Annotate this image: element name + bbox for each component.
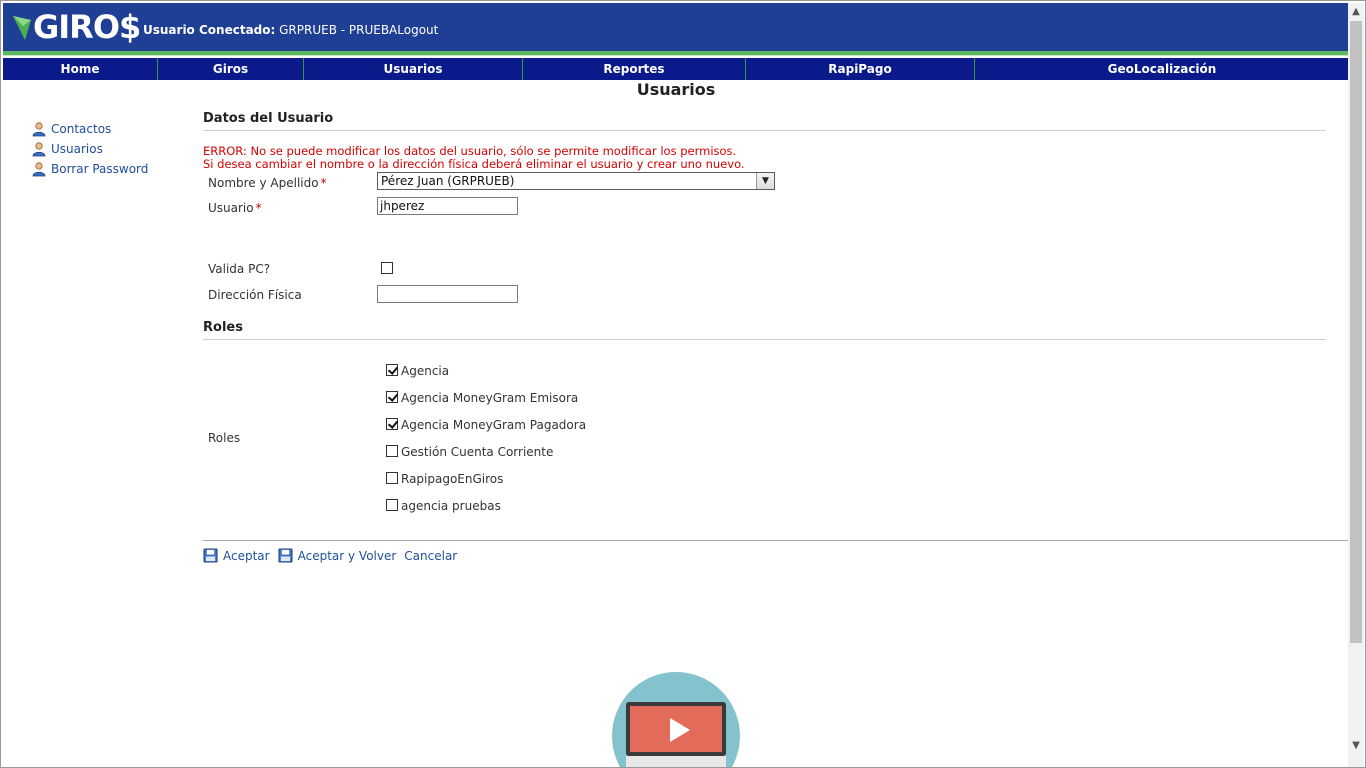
role-checkbox-moneygram-pagadora[interactable] bbox=[386, 418, 398, 430]
usuario-label-text: Usuario bbox=[208, 201, 254, 215]
nombre-label-text: Nombre y Apellido bbox=[208, 176, 319, 190]
nav-usuarios[interactable]: Usuarios bbox=[304, 58, 523, 80]
valida-pc-checkbox[interactable] bbox=[381, 262, 393, 274]
error-line-2: Si desea cambiar el nombre o la direcció… bbox=[203, 157, 745, 171]
sidebar-item-label: Borrar Password bbox=[51, 162, 149, 176]
role-label: Agencia bbox=[401, 364, 450, 378]
header-bar: GIRO$ Usuario Conectado: GRPRUEB - PRUEB… bbox=[3, 3, 1349, 51]
nombre-label: Nombre y Apellido * bbox=[208, 176, 327, 190]
scroll-up-icon[interactable]: ▲ bbox=[1348, 3, 1364, 19]
role-label: agencia pruebas bbox=[401, 499, 501, 513]
user-icon bbox=[32, 142, 46, 157]
user-form-section: Datos del Usuario ERROR: No se puede mod… bbox=[203, 111, 1326, 171]
monitor-icon bbox=[626, 702, 726, 756]
save-icon bbox=[203, 548, 218, 563]
nav-reportes[interactable]: Reportes bbox=[523, 58, 746, 80]
monitor-screen bbox=[630, 706, 722, 752]
play-icon bbox=[670, 718, 690, 742]
role-checkbox-agencia[interactable] bbox=[386, 364, 398, 376]
sidebar-item-label: Usuarios bbox=[51, 142, 103, 156]
sidebar-item-contactos[interactable]: Contactos bbox=[31, 119, 148, 139]
user-icon bbox=[32, 122, 46, 137]
direccion-fisica-input[interactable] bbox=[377, 285, 518, 303]
role-label: Agencia MoneyGram Emisora bbox=[401, 391, 579, 405]
roles-label: Roles bbox=[208, 431, 241, 445]
section-title-user-data: Datos del Usuario bbox=[203, 111, 1326, 131]
page-title: Usuarios bbox=[636, 80, 716, 99]
nav-home[interactable]: Home bbox=[3, 58, 158, 80]
accept-back-label: Aceptar y Volver bbox=[297, 548, 397, 563]
cancel-button[interactable]: Cancelar bbox=[404, 549, 457, 563]
role-label: Agencia MoneyGram Pagadora bbox=[401, 418, 587, 432]
header-divider bbox=[3, 51, 1349, 56]
role-checkbox-rapipago[interactable] bbox=[386, 472, 398, 484]
nav-rapipago[interactable]: RapiPago bbox=[746, 58, 975, 80]
required-mark: * bbox=[255, 201, 262, 215]
usuario-input[interactable]: jhperez bbox=[377, 197, 518, 215]
sidebar: Contactos Usuarios Borrar Password bbox=[31, 119, 148, 179]
browser-frame: GIRO$ Usuario Conectado: GRPRUEB - PRUEB… bbox=[0, 0, 1366, 768]
actions-divider bbox=[203, 540, 1349, 541]
nombre-apellido-select[interactable]: Pérez Juan (GRPRUEB) ▼ bbox=[377, 172, 775, 190]
giros-logo[interactable]: GIRO$ bbox=[11, 7, 141, 47]
scroll-thumb[interactable] bbox=[1350, 21, 1362, 643]
sidebar-item-borrar-password[interactable]: Borrar Password bbox=[31, 159, 148, 179]
monitor-base bbox=[626, 756, 726, 767]
form-actions: Aceptar Aceptar y Volver Cancelar bbox=[203, 548, 465, 563]
role-label: Gestión Cuenta Corriente bbox=[401, 445, 554, 459]
connected-user-info: Usuario Conectado: GRPRUEB - PRUEBALogou… bbox=[143, 23, 438, 37]
required-mark: * bbox=[320, 176, 327, 190]
save-icon bbox=[278, 548, 293, 563]
logout-link[interactable]: Logout bbox=[397, 23, 438, 37]
main-nav: Home Giros Usuarios Reportes RapiPago Ge… bbox=[3, 58, 1349, 80]
direccion-fisica-label: Dirección Física bbox=[208, 288, 302, 302]
valida-pc-label: Valida PC? bbox=[208, 262, 271, 276]
connected-user-value: GRPRUEB - PRUEBA bbox=[275, 23, 398, 37]
sidebar-item-usuarios[interactable]: Usuarios bbox=[31, 139, 148, 159]
role-checkbox-gestion-cuenta[interactable] bbox=[386, 445, 398, 457]
accept-button[interactable]: Aceptar bbox=[203, 548, 270, 563]
scroll-down-icon[interactable]: ▼ bbox=[1348, 737, 1364, 753]
nombre-apellido-value: Pérez Juan (GRPRUEB) bbox=[381, 174, 515, 188]
nav-geolocalizacion[interactable]: GeoLocalización bbox=[975, 58, 1349, 80]
usuario-label: Usuario * bbox=[208, 201, 262, 215]
logo-text: GIRO$ bbox=[33, 8, 141, 46]
chevron-down-icon[interactable]: ▼ bbox=[756, 173, 774, 189]
connected-user-label: Usuario Conectado: bbox=[143, 23, 276, 37]
accept-back-button[interactable]: Aceptar y Volver bbox=[278, 548, 397, 563]
nav-giros[interactable]: Giros bbox=[158, 58, 304, 80]
user-icon bbox=[32, 162, 46, 177]
sidebar-item-label: Contactos bbox=[51, 122, 112, 136]
video-widget[interactable] bbox=[612, 672, 740, 767]
section-title-roles: Roles bbox=[203, 320, 1326, 340]
vertical-scrollbar[interactable]: ▲ ▼ bbox=[1348, 3, 1364, 767]
accept-label: Aceptar bbox=[223, 548, 270, 563]
role-checkbox-agencia-pruebas[interactable] bbox=[386, 499, 398, 511]
role-label: RapipagoEnGiros bbox=[401, 472, 504, 486]
error-message: ERROR: No se puede modificar los datos d… bbox=[203, 145, 1326, 171]
role-checkbox-moneygram-emisora[interactable] bbox=[386, 391, 398, 403]
logo-leaf-icon bbox=[13, 16, 31, 40]
